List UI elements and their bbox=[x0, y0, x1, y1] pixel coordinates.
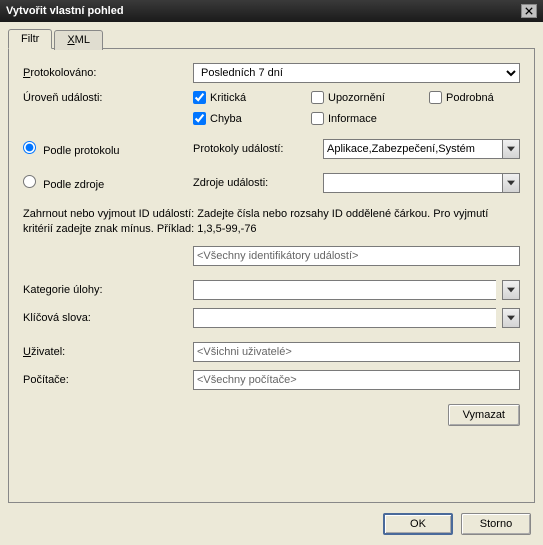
tab-filter[interactable]: Filtr bbox=[8, 29, 52, 49]
clear-button[interactable]: Vymazat bbox=[448, 404, 520, 426]
chevron-down-icon bbox=[507, 315, 515, 321]
checkbox-critical-input[interactable] bbox=[193, 91, 206, 104]
event-sources-input[interactable] bbox=[323, 173, 502, 193]
label-event-sources: Zdroje události: bbox=[193, 177, 323, 189]
checkbox-error-input[interactable] bbox=[193, 112, 206, 125]
tab-panel-filter: Protokolováno: Posledních 7 dní Úroveň u… bbox=[8, 48, 535, 503]
label-task-category: Kategorie úlohy: bbox=[23, 284, 193, 296]
dialog-body: Filtr XML Protokolováno: Posledních 7 dn… bbox=[0, 22, 543, 545]
checkbox-verbose[interactable]: Podrobná bbox=[429, 91, 519, 104]
checkbox-information[interactable]: Informace bbox=[311, 112, 401, 125]
user-input[interactable] bbox=[193, 342, 520, 362]
event-id-help: Zahrnout nebo vyjmout ID událostí: Zadej… bbox=[23, 207, 520, 238]
task-category-input[interactable] bbox=[193, 280, 496, 300]
keywords-input[interactable] bbox=[193, 308, 496, 328]
radio-by-source[interactable]: Podle zdroje bbox=[23, 175, 104, 191]
label-level: Úroveň události: bbox=[23, 92, 193, 104]
chevron-down-icon bbox=[507, 146, 515, 152]
logged-select[interactable]: Posledních 7 dní bbox=[193, 63, 520, 83]
checkbox-information-input[interactable] bbox=[311, 112, 324, 125]
close-button[interactable] bbox=[521, 4, 537, 18]
chevron-down-icon bbox=[507, 180, 515, 186]
chevron-down-icon bbox=[507, 287, 515, 293]
checkbox-critical[interactable]: Kritická bbox=[193, 91, 283, 104]
checkbox-warning-input[interactable] bbox=[311, 91, 324, 104]
window-title: Vytvořit vlastní pohled bbox=[6, 5, 124, 17]
cancel-button[interactable]: Storno bbox=[461, 513, 531, 535]
radio-by-log[interactable]: Podle protokolu bbox=[23, 141, 120, 157]
event-logs-dropdown-button[interactable] bbox=[502, 139, 520, 159]
event-ids-input[interactable] bbox=[193, 246, 520, 266]
titlebar: Vytvořit vlastní pohled bbox=[0, 0, 543, 22]
computers-input[interactable] bbox=[193, 370, 520, 390]
radio-by-source-input[interactable] bbox=[23, 175, 36, 188]
label-computers: Počítače: bbox=[23, 374, 193, 386]
event-sources-dropdown-button[interactable] bbox=[502, 173, 520, 193]
ok-button[interactable]: OK bbox=[383, 513, 453, 535]
checkbox-error[interactable]: Chyba bbox=[193, 112, 283, 125]
event-logs-input[interactable] bbox=[323, 139, 502, 159]
checkbox-verbose-input[interactable] bbox=[429, 91, 442, 104]
radio-by-log-input[interactable] bbox=[23, 141, 36, 154]
label-keywords: Klíčová slova: bbox=[23, 312, 193, 324]
keywords-dropdown-button[interactable] bbox=[502, 308, 520, 328]
tab-strip: Filtr XML bbox=[8, 28, 535, 48]
tab-xml[interactable]: XML bbox=[54, 30, 103, 50]
label-event-logs: Protokoly událostí: bbox=[193, 143, 323, 155]
task-category-dropdown-button[interactable] bbox=[502, 280, 520, 300]
dialog-footer: OK Storno bbox=[8, 503, 535, 537]
checkbox-warning[interactable]: Upozornění bbox=[311, 91, 401, 104]
label-user: Uživatel: bbox=[23, 346, 193, 358]
label-logged: Protokolováno: bbox=[23, 67, 193, 79]
